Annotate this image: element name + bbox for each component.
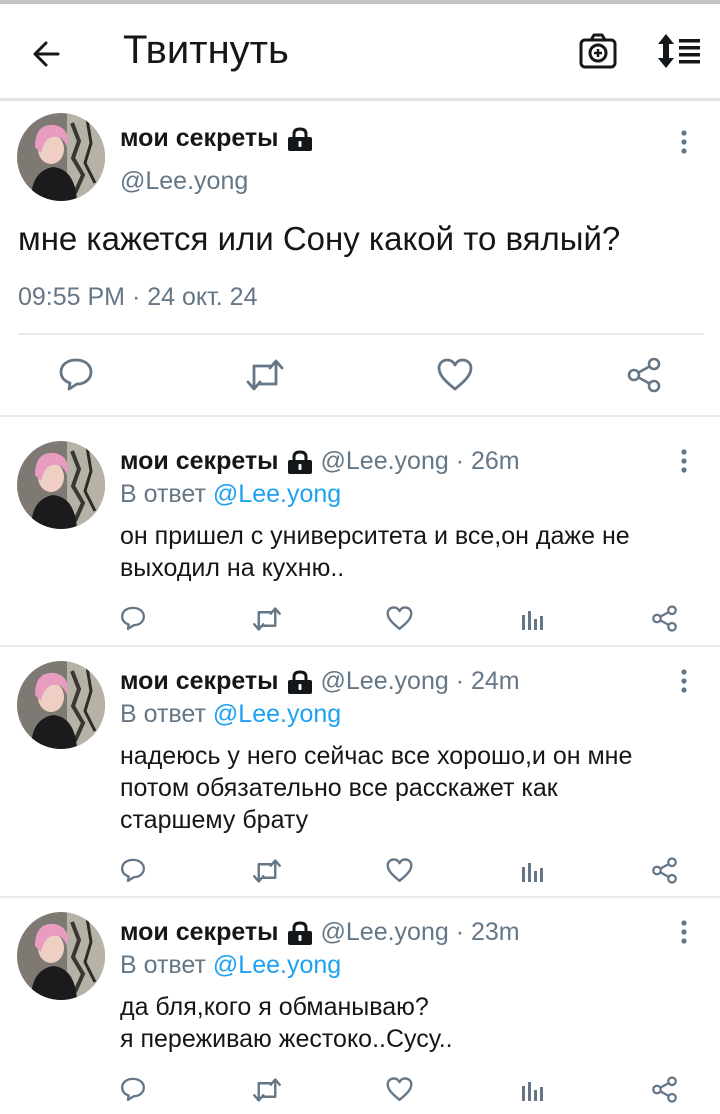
tweet-text: да бля,кого я обманываю? я переживаю жес… [120, 993, 453, 1053]
reply-context: В ответ @Lee.yong [120, 700, 341, 729]
reply-tweet[interactable]: мои секреты @Lee.yong · 24m В ответ @Lee… [0, 637, 720, 897]
display-name[interactable]: мои секреты [120, 667, 279, 696]
reply-prefix: В ответ [120, 700, 213, 728]
handle-and-time[interactable]: @Lee.yong · 23m [321, 918, 520, 947]
like-icon[interactable] [386, 858, 413, 883]
retweet-icon[interactable] [245, 358, 285, 392]
retweet-icon[interactable] [252, 1077, 282, 1103]
avatar[interactable] [17, 912, 105, 1000]
share-icon[interactable] [626, 357, 662, 393]
like-icon[interactable] [386, 1077, 413, 1102]
page-title: Твитнуть [123, 28, 289, 72]
reply-header: мои секреты @Lee.yong · 24m [120, 667, 520, 696]
reply-prefix: В ответ [120, 480, 213, 508]
reply-prefix: В ответ [120, 951, 213, 979]
top-bar: Твитнуть [0, 4, 720, 98]
lock-icon [287, 449, 313, 474]
share-icon[interactable] [651, 605, 678, 632]
lock-icon [287, 920, 313, 945]
display-name[interactable]: мои секреты [120, 918, 279, 947]
avatar[interactable] [17, 441, 105, 529]
share-icon[interactable] [651, 1076, 678, 1103]
analytics-icon[interactable] [520, 859, 544, 883]
camera-icon[interactable] [578, 31, 618, 71]
like-icon[interactable] [437, 358, 473, 392]
header-divider [0, 98, 720, 101]
retweet-icon[interactable] [252, 858, 282, 884]
reply-tweet[interactable]: мои секреты @Lee.yong · 26m В ответ @Lee… [0, 417, 720, 645]
lock-icon [287, 126, 313, 151]
more-options-icon[interactable] [679, 668, 689, 694]
handle-and-time[interactable]: @Lee.yong · 24m [321, 667, 520, 696]
more-options-icon[interactable] [679, 448, 689, 474]
reply-context: В ответ @Lee.yong [120, 951, 341, 980]
reply-tweet[interactable]: мои секреты @Lee.yong · 23m В ответ @Lee… [0, 888, 720, 1114]
reply-header: мои секреты @Lee.yong · 26m [120, 447, 520, 476]
reply-icon[interactable] [120, 605, 146, 631]
back-arrow-icon[interactable] [28, 34, 68, 74]
reply-icon[interactable] [58, 356, 94, 392]
mention-link[interactable]: @Lee.yong [213, 480, 341, 508]
author-name[interactable]: мои секреты [120, 124, 313, 153]
mention-link[interactable]: @Lee.yong [213, 951, 341, 979]
share-icon[interactable] [651, 857, 678, 884]
stats-divider [18, 333, 704, 335]
reply-icon[interactable] [120, 857, 146, 883]
sort-icon[interactable] [656, 31, 702, 71]
lock-icon [287, 669, 313, 694]
display-name: мои секреты [120, 124, 279, 152]
more-options-icon[interactable] [679, 919, 689, 945]
reply-header: мои секреты @Lee.yong · 23m [120, 918, 520, 947]
reply-context: В ответ @Lee.yong [120, 480, 341, 509]
tweet-text: он пришел с университета и все,он даже н… [120, 522, 630, 582]
tweet-text: мне кажется или Сону какой то вялый? [18, 220, 621, 257]
author-handle[interactable]: @Lee.yong [120, 167, 248, 196]
handle-and-time[interactable]: @Lee.yong · 26m [321, 447, 520, 476]
mention-link[interactable]: @Lee.yong [213, 700, 341, 728]
avatar[interactable] [17, 113, 105, 201]
like-icon[interactable] [386, 606, 413, 631]
analytics-icon[interactable] [520, 1078, 544, 1102]
reply-icon[interactable] [120, 1076, 146, 1102]
analytics-icon[interactable] [520, 607, 544, 631]
display-name[interactable]: мои секреты [120, 447, 279, 476]
tweet-text: надеюсь у него сейчас все хорошо,и он мн… [120, 742, 633, 834]
tweet-timestamp: 09:55 PM · 24 окт. 24 [18, 283, 258, 311]
avatar[interactable] [17, 661, 105, 749]
more-options-icon[interactable] [679, 129, 689, 155]
retweet-icon[interactable] [252, 606, 282, 632]
